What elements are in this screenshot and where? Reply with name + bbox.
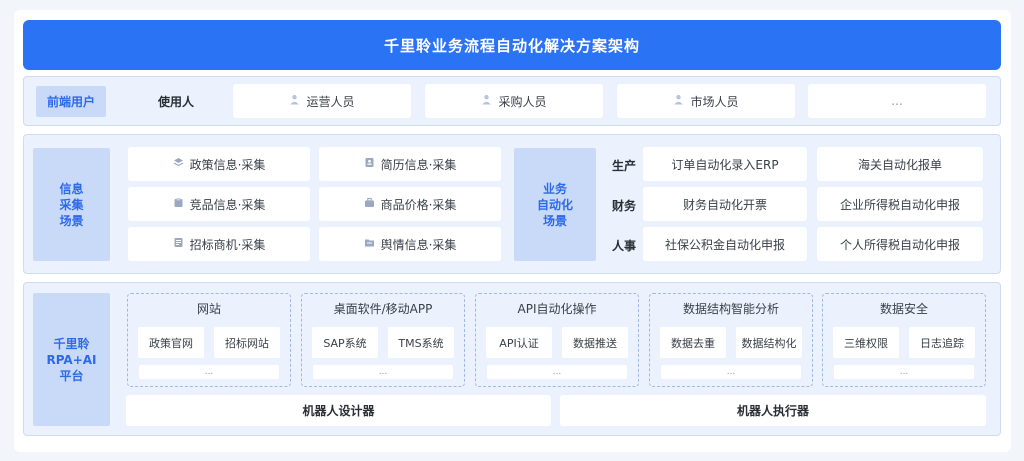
business-item: 财务自动化开票 <box>643 187 807 221</box>
module-item: SAP系统 <box>312 327 378 358</box>
platform-tag: 千里聆 RPA+AI 平台 <box>33 293 110 426</box>
info-item-price: 商品价格·采集 <box>319 187 501 221</box>
info-tag-line: 采集 <box>59 197 84 212</box>
module-item: 政策官网 <box>138 327 204 358</box>
module-data-security: 数据安全 三维权限 日志追踪 ... <box>822 293 986 387</box>
user-icon <box>289 94 300 108</box>
diagram-title: 千里聆业务流程自动化解决方案架构 <box>23 20 1001 70</box>
category-finance: 财务 <box>612 199 637 213</box>
resume-icon <box>364 157 375 171</box>
info-item-resume: 简历信息·采集 <box>319 147 501 181</box>
module-item: 数据推送 <box>562 327 628 358</box>
platform-tag-line: RPA+AI <box>46 352 97 367</box>
product-icon <box>173 197 184 211</box>
folder-icon <box>364 237 375 251</box>
user-item-label: 市场人员 <box>690 94 739 109</box>
business-tag-line: 场景 <box>542 213 567 228</box>
business-item: 企业所得税自动化申报 <box>817 187 983 221</box>
user-icon <box>481 94 492 108</box>
info-scenario-tag: 信息 采集 场景 <box>33 148 110 261</box>
business-tag-line: 自动化 <box>536 197 573 212</box>
info-item-label: 招标商机·采集 <box>189 237 266 252</box>
user-item-purchasing: 采购人员 <box>425 84 603 118</box>
user-item-label: 采购人员 <box>498 94 547 109</box>
module-item: 日志追踪 <box>909 327 975 358</box>
category-production: 生产 <box>612 159 637 173</box>
module-item: 数据结构化 <box>736 327 802 358</box>
platform-tag-line: 平台 <box>59 368 84 383</box>
module-data-analysis: 数据结构智能分析 数据去重 数据结构化 ... <box>649 293 813 387</box>
info-item-label: 竞品信息·采集 <box>189 197 266 212</box>
module-api: API自动化操作 API认证 数据推送 ... <box>475 293 639 387</box>
module-item: 数据去重 <box>660 327 726 358</box>
layers-icon <box>173 157 184 171</box>
module-title: 数据结构智能分析 <box>682 302 779 316</box>
info-tag-line: 场景 <box>59 213 84 228</box>
category-hr: 人事 <box>612 239 637 253</box>
module-website: 网站 政策官网 招标网站 ... <box>127 293 291 387</box>
business-item: 个人所得税自动化申报 <box>817 227 983 261</box>
module-title: 桌面软件/移动APP <box>333 302 433 316</box>
scenario-band: 信息 采集 场景 政策信息·采集 简历信息·采集 竞品信息·采集 商品价格·采集… <box>23 134 1001 274</box>
platform-band: 千里聆 RPA+AI 平台 网站 政策官网 招标网站 ... 桌面软件/移动AP… <box>23 282 1001 436</box>
document-icon <box>173 237 184 251</box>
user-item-operations: 运营人员 <box>233 84 411 118</box>
module-item: API认证 <box>486 327 552 358</box>
users-label: 使用人 <box>158 95 195 109</box>
users-band: 前端用户 使用人 运营人员 采购人员 市场人员 ... <box>23 76 1001 126</box>
module-more: ... <box>834 365 974 379</box>
info-item-label: 商品价格·采集 <box>380 197 457 212</box>
business-scenario-tag: 业务 自动化 场景 <box>514 148 596 261</box>
module-item: 三维权限 <box>833 327 899 358</box>
platform-tag-line: 千里聆 <box>53 336 90 351</box>
info-item-policy: 政策信息·采集 <box>128 147 310 181</box>
module-title: 网站 <box>196 302 221 316</box>
business-tag-line: 业务 <box>542 181 567 196</box>
info-item-label: 舆情信息·采集 <box>380 237 457 252</box>
info-item-label: 政策信息·采集 <box>189 157 266 172</box>
info-item-competitor: 竞品信息·采集 <box>128 187 310 221</box>
user-item-more: ... <box>808 84 986 118</box>
user-icon <box>673 94 684 108</box>
user-item-marketing: 市场人员 <box>617 84 795 118</box>
module-title: 数据安全 <box>879 302 928 316</box>
info-item-label: 简历信息·采集 <box>380 157 457 172</box>
user-item-label: 运营人员 <box>306 94 355 109</box>
info-item-sentiment: 舆情信息·采集 <box>319 227 501 261</box>
business-item: 海关自动化报单 <box>817 147 983 181</box>
briefcase-icon <box>364 197 375 211</box>
business-item: 订单自动化录入ERP <box>643 147 807 181</box>
module-desktop-app: 桌面软件/移动APP SAP系统 TMS系统 ... <box>301 293 465 387</box>
module-item: TMS系统 <box>388 327 454 358</box>
robot-designer-bar: 机器人设计器 <box>126 395 551 426</box>
users-tag: 前端用户 <box>36 86 106 117</box>
module-more: ... <box>487 365 627 379</box>
module-more: ... <box>661 365 801 379</box>
module-more: ... <box>313 365 453 379</box>
robot-executor-bar: 机器人执行器 <box>560 395 986 426</box>
business-item: 社保公积金自动化申报 <box>643 227 807 261</box>
info-item-tender: 招标商机·采集 <box>128 227 310 261</box>
info-tag-line: 信息 <box>59 181 84 196</box>
module-item: 招标网站 <box>214 327 280 358</box>
module-more: ... <box>139 365 279 379</box>
module-title: API自动化操作 <box>517 302 597 316</box>
